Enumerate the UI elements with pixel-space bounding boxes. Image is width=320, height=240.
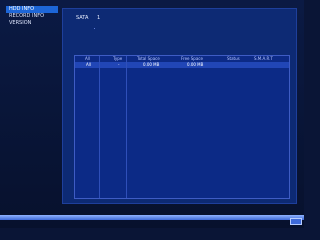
cell-all: All — [86, 62, 91, 67]
sidebar: HDD INFO RECORD INFO VERSION — [6, 6, 58, 27]
sidebar-item-record-info[interactable]: RECORD INFO — [6, 13, 58, 20]
sata-label: SATA — [76, 15, 89, 21]
cell-total-space: 0.00 MB — [143, 62, 160, 67]
sidebar-item-label: RECORD INFO — [9, 13, 44, 19]
cell-type: - — [118, 62, 120, 67]
bottom-status-bar — [0, 215, 304, 220]
column-divider — [126, 56, 127, 198]
sidebar-item-hdd-info[interactable]: HDD INFO — [6, 6, 58, 13]
status-dot — [94, 28, 95, 29]
sidebar-item-version[interactable]: VERSION — [6, 20, 58, 27]
cell-free-space: 0.00 MB — [187, 62, 204, 67]
content-panel: SATA 1 All Type Total Space Free Space S… — [62, 8, 297, 204]
sidebar-item-label: HDD INFO — [9, 6, 35, 12]
hdd-table: All Type Total Space Free Space Status S… — [74, 55, 290, 199]
sidebar-item-label: VERSION — [9, 20, 32, 26]
corner-button[interactable] — [290, 218, 302, 225]
table-row[interactable]: All - 0.00 MB 0.00 MB — [75, 62, 289, 68]
sata-value: 1 — [97, 15, 101, 21]
hdd-info-screen: HDD INFO RECORD INFO VERSION SATA 1 All … — [0, 0, 304, 228]
column-divider — [99, 56, 100, 198]
